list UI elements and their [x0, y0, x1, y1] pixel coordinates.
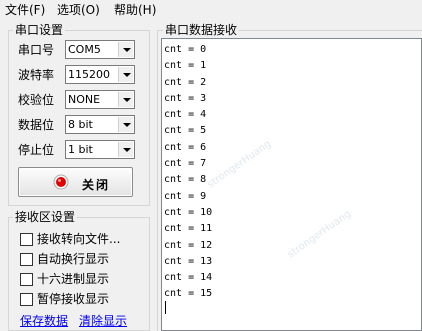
rx-line: cnt = 8	[164, 174, 207, 186]
close-button-label: 关闭	[82, 178, 111, 192]
rx-line: cnt = 4	[164, 109, 207, 121]
port-value: COM5	[68, 43, 101, 56]
option-label: 接收转向文件...	[37, 232, 121, 246]
menu-file[interactable]: 文件(F)	[5, 4, 45, 17]
rx-line: cnt = 10	[164, 206, 213, 218]
clear-display-link[interactable]: 清除显示	[79, 314, 127, 328]
watermark: strongerHuang	[285, 208, 354, 261]
rx-line: cnt = 2	[164, 76, 207, 88]
rx-textarea[interactable]: cnt = 0 cnt = 1 cnt = 2 cnt = 3 cnt = 4 cnt =…	[161, 38, 422, 331]
option-label: 自动换行显示	[37, 252, 110, 266]
databits-select[interactable]: 8 bit	[65, 115, 135, 134]
checkbox[interactable]	[20, 253, 33, 266]
led-indicator-icon	[53, 174, 69, 190]
checkbox[interactable]	[20, 293, 33, 306]
checkbox[interactable]	[20, 233, 33, 246]
rx-line: cnt = 5	[164, 125, 207, 137]
rx-line: cnt = 7	[164, 158, 207, 170]
parity-select[interactable]: NONE	[65, 90, 135, 109]
save-data-link[interactable]: 保存数据	[20, 314, 68, 328]
watermark: strongerHuang	[205, 138, 274, 191]
port-select[interactable]: COM5	[65, 40, 135, 59]
port-label: 串口号	[18, 43, 55, 57]
checkbox[interactable]	[20, 273, 33, 286]
rx-line: cnt = 0	[164, 44, 207, 55]
baud-value: 115200	[68, 68, 110, 81]
rx-line: cnt = 15	[164, 288, 213, 300]
databits-value: 8 bit	[68, 118, 93, 131]
stopbits-label: 停止位	[18, 143, 55, 157]
rx-line: cnt = 14	[164, 272, 213, 284]
option-label: 十六进制显示	[37, 272, 110, 286]
menu-options[interactable]: 选项(O)	[57, 4, 100, 17]
rx-line: cnt = 9	[164, 190, 207, 202]
rx-panel-title: 串口数据接收	[163, 23, 240, 37]
serial-settings-title: 串口设置	[13, 23, 66, 37]
stopbits-value: 1 bit	[68, 143, 93, 156]
menu-bar: 文件(F) 选项(O) 帮助(H)	[0, 0, 422, 20]
rx-settings-title: 接收区设置	[13, 210, 78, 224]
rx-line: cnt = 12	[164, 239, 213, 251]
rx-line: cnt = 3	[164, 92, 207, 104]
stopbits-select[interactable]: 1 bit	[65, 140, 135, 159]
parity-value: NONE	[68, 93, 101, 106]
baud-select[interactable]: 115200	[65, 65, 135, 84]
option-label: 暂停接收显示	[37, 292, 110, 306]
chevron-down-icon	[118, 42, 133, 57]
baud-label: 波特率	[18, 68, 55, 82]
chevron-down-icon	[118, 142, 133, 157]
chevron-down-icon	[118, 117, 133, 132]
rx-line: cnt = 6	[164, 141, 207, 153]
close-port-button[interactable]: 关闭	[18, 167, 133, 197]
rx-line: cnt = 11	[164, 223, 213, 235]
rx-line: cnt = 1	[164, 60, 207, 72]
rx-text: cnt = 0 cnt = 1 cnt = 2 cnt = 3 cnt = 4 cnt =…	[164, 42, 212, 303]
rx-line: cnt = 13	[164, 255, 213, 267]
menu-help[interactable]: 帮助(H)	[114, 4, 156, 17]
parity-label: 校验位	[18, 93, 55, 107]
databits-label: 数据位	[18, 118, 55, 132]
text-caret	[165, 301, 166, 314]
chevron-down-icon	[118, 67, 133, 82]
chevron-down-icon	[118, 92, 133, 107]
